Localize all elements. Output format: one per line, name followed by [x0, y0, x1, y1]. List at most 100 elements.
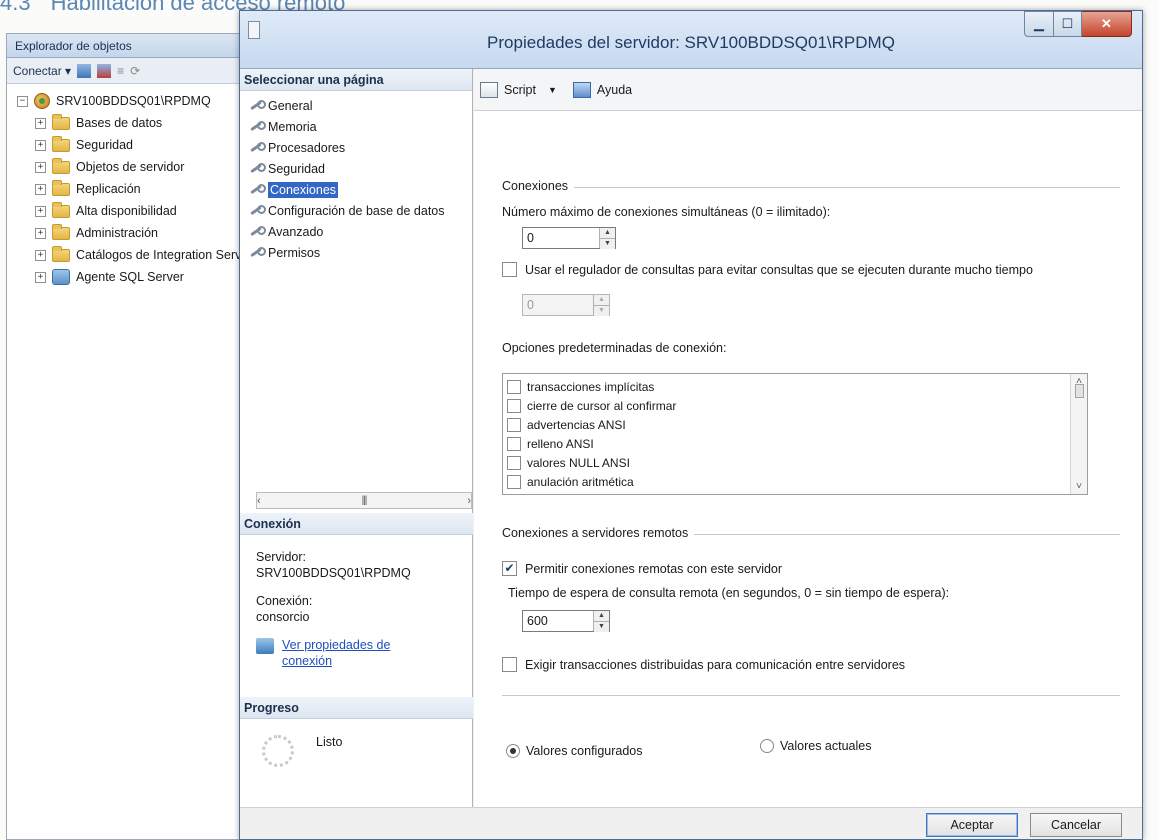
- option-checkbox[interactable]: [507, 417, 521, 432]
- radio-running-label: Valores actuales: [780, 739, 872, 753]
- page-item-security[interactable]: Seguridad: [240, 158, 472, 179]
- tree-node-high-availability[interactable]: + Alta disponibilidad: [7, 200, 245, 222]
- stepper-down-icon[interactable]: ▼: [600, 238, 615, 249]
- max-connections-stepper[interactable]: 0 ▲ ▼: [522, 227, 616, 249]
- stepper-up-icon: ▲: [594, 295, 609, 305]
- script-dropdown-icon[interactable]: ▼: [548, 85, 557, 95]
- expand-icon[interactable]: +: [35, 139, 46, 151]
- expand-icon[interactable]: +: [35, 227, 46, 239]
- query-governor-checkbox[interactable]: Usar el regulador de consultas para evit…: [502, 262, 1033, 277]
- scroll-down-icon[interactable]: ˅: [1076, 481, 1082, 492]
- page-item-advanced[interactable]: Avanzado: [240, 221, 472, 242]
- minimize-button[interactable]: ▁: [1024, 11, 1054, 37]
- remote-timeout-stepper[interactable]: 600 ▲ ▼: [522, 610, 610, 632]
- radio-dot[interactable]: [760, 739, 774, 753]
- stepper-up-icon[interactable]: ▲: [594, 611, 609, 621]
- page-item-general[interactable]: General: [240, 95, 472, 116]
- remote-group-label: Conexiones a servidores remotos: [502, 526, 695, 540]
- tree-node-server-objects[interactable]: + Objetos de servidor: [7, 156, 245, 178]
- query-governor-value: 0: [527, 298, 534, 312]
- connections-group-label: Conexiones: [502, 179, 575, 193]
- allow-remote-box[interactable]: ✔: [502, 561, 517, 576]
- script-button[interactable]: Script: [504, 83, 536, 97]
- page-item-connections[interactable]: Conexiones: [240, 179, 472, 200]
- expand-icon[interactable]: +: [35, 161, 46, 173]
- max-connections-value[interactable]: 0: [523, 231, 599, 245]
- page-item-label: Seguridad: [268, 161, 325, 176]
- page-item-memory[interactable]: Memoria: [240, 116, 472, 137]
- server-value: SRV100BDDSQ01\RPDMQ: [256, 566, 411, 580]
- allow-remote-checkbox[interactable]: ✔ Permitir conexiones remotas con este s…: [502, 561, 782, 576]
- expand-icon[interactable]: +: [35, 271, 46, 283]
- remote-timeout-value[interactable]: 600: [523, 614, 593, 628]
- page-item-label: Procesadores: [268, 140, 346, 155]
- help-button[interactable]: Ayuda: [597, 83, 632, 97]
- disconnect-icon[interactable]: [97, 63, 112, 78]
- tree-node-integration-catalogs[interactable]: + Catálogos de Integration Services: [7, 244, 245, 266]
- page-list-horizontal-scrollbar[interactable]: ‹ ||| ›: [256, 492, 472, 509]
- radio-dot[interactable]: [506, 744, 520, 758]
- tree-node-sql-agent[interactable]: + Agente SQL Server: [7, 266, 245, 288]
- refresh-icon[interactable]: ⟳: [130, 64, 140, 78]
- tree-node-replication[interactable]: + Replicación: [7, 178, 245, 200]
- tree-node-label: Replicación: [76, 182, 141, 196]
- option-checkbox[interactable]: [507, 455, 521, 470]
- options-vertical-scrollbar[interactable]: ˄ ˅: [1070, 374, 1087, 494]
- page-item-processors[interactable]: Procesadores: [240, 137, 472, 158]
- sql-agent-icon: [52, 269, 70, 285]
- distributed-tx-label: Exigir transacciones distribuidas para c…: [525, 657, 906, 672]
- connect-button[interactable]: Conectar ▾: [13, 64, 71, 78]
- list-item[interactable]: valores NULL ANSI: [503, 453, 1087, 472]
- ok-button[interactable]: Aceptar: [926, 813, 1018, 837]
- query-governor-box[interactable]: [502, 262, 517, 277]
- scroll-left-icon[interactable]: ‹: [257, 495, 261, 507]
- page-item-database-settings[interactable]: Configuración de base de datos: [240, 200, 472, 221]
- close-button[interactable]: ✕: [1082, 11, 1132, 37]
- list-item[interactable]: advertencias ANSI: [503, 415, 1087, 434]
- option-checkbox[interactable]: [507, 474, 521, 489]
- expand-icon[interactable]: +: [35, 205, 46, 217]
- scroll-right-icon[interactable]: ›: [467, 495, 471, 507]
- connect-engine-icon[interactable]: [77, 63, 92, 78]
- expand-icon[interactable]: +: [35, 183, 46, 195]
- help-icon[interactable]: [572, 81, 591, 98]
- option-checkbox[interactable]: [507, 379, 521, 394]
- list-item[interactable]: cierre de cursor al confirmar: [503, 396, 1087, 415]
- dialog-titlebar[interactable]: Propiedades del servidor: SRV100BDDSQ01\…: [240, 11, 1142, 69]
- scroll-thumb[interactable]: [1074, 384, 1084, 398]
- tree-node-management[interactable]: + Administración: [7, 222, 245, 244]
- option-checkbox[interactable]: [507, 398, 521, 413]
- radio-configured-values[interactable]: Valores configurados: [506, 744, 643, 758]
- minimize-icon: ▁: [1034, 16, 1044, 31]
- view-properties-link-line2[interactable]: conexión: [282, 654, 332, 668]
- tree-node-security[interactable]: + Seguridad: [7, 134, 245, 156]
- list-item[interactable]: transacciones implícitas: [503, 377, 1087, 396]
- expand-icon[interactable]: +: [35, 249, 46, 261]
- filter-icon[interactable]: ≡: [117, 64, 124, 78]
- wrench-icon: [248, 204, 266, 218]
- option-checkbox[interactable]: [507, 436, 521, 451]
- distributed-tx-checkbox[interactable]: Exigir transacciones distribuidas para c…: [502, 657, 905, 672]
- maximize-button[interactable]: ☐: [1054, 11, 1082, 37]
- expand-icon[interactable]: +: [35, 117, 46, 129]
- progress-header: Progreso: [240, 697, 473, 719]
- tree-node-server[interactable]: − SRV100BDDSQ01\RPDMQ: [7, 90, 245, 112]
- stepper-up-icon[interactable]: ▲: [600, 228, 615, 238]
- dialog-footer: Aceptar Cancelar: [240, 807, 1142, 839]
- stepper-down-icon[interactable]: ▼: [594, 621, 609, 632]
- list-item[interactable]: relleno ANSI: [503, 434, 1087, 453]
- default-options-list[interactable]: transacciones implícitas cierre de curso…: [502, 373, 1088, 495]
- page-item-permissions[interactable]: Permisos: [240, 242, 472, 263]
- wrench-icon: [248, 162, 266, 176]
- distributed-tx-box[interactable]: [502, 657, 517, 672]
- cancel-button[interactable]: Cancelar: [1030, 813, 1122, 837]
- scroll-thumb[interactable]: |||: [362, 495, 368, 506]
- collapse-icon[interactable]: −: [17, 95, 28, 107]
- tree-node-databases[interactable]: + Bases de datos: [7, 112, 245, 134]
- view-connection-properties[interactable]: Ver propiedades de conexión: [256, 637, 473, 669]
- list-item[interactable]: anulación aritmética: [503, 472, 1087, 491]
- view-properties-link-line1[interactable]: Ver propiedades de: [282, 638, 390, 652]
- wrench-icon: [248, 99, 266, 113]
- radio-running-values[interactable]: Valores actuales: [760, 739, 872, 753]
- script-icon[interactable]: [480, 81, 498, 98]
